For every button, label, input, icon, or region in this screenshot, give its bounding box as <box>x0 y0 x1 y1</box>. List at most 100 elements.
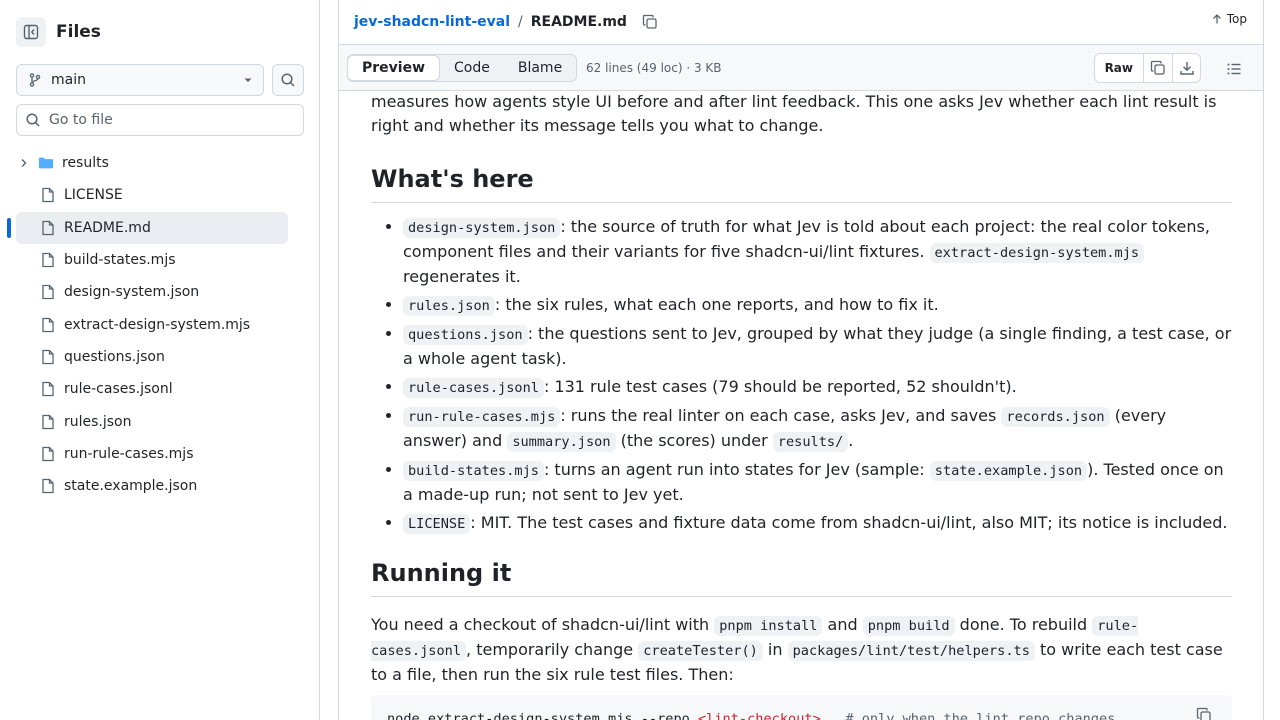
inline-code: extract-design-system.mjs <box>929 243 1145 263</box>
tree-item-readme[interactable]: README.md <box>7 211 288 244</box>
sidebar-title: Files <box>56 22 101 42</box>
code-command: node extract-design-system.mjs --repo <box>387 711 698 720</box>
git-branch-icon <box>29 73 41 87</box>
chevron-right-icon[interactable] <box>16 157 32 169</box>
file-tree-sidebar: Files main results LICENSE README.md bui… <box>0 0 320 720</box>
tree-item-label: build-states.mjs <box>64 252 176 269</box>
tree-item-license[interactable]: LICENSE <box>16 179 288 211</box>
list-item: rule-cases.jsonl: 131 rule test cases (7… <box>403 375 1232 400</box>
folder-icon <box>38 155 54 171</box>
branch-name: main <box>51 72 86 88</box>
inline-code: build-states.mjs <box>403 461 544 481</box>
heading-running-it: Running it <box>371 558 1232 597</box>
file-icon <box>40 317 56 333</box>
list-item: build-states.mjs: turns an agent run int… <box>403 458 1232 507</box>
top-label: Top <box>1226 12 1247 26</box>
inline-code: pnpm build <box>862 616 955 636</box>
list-item: rules.json: the six rules, what each one… <box>403 293 1232 318</box>
para-text: in <box>762 640 788 659</box>
go-to-file-input[interactable] <box>49 112 289 128</box>
download-icon <box>1179 62 1194 75</box>
tree-item-extract-design-system[interactable]: extract-design-system.mjs <box>16 308 288 340</box>
search-icon <box>281 73 295 87</box>
copy-raw-button[interactable] <box>1144 54 1172 82</box>
copy-path-button[interactable] <box>639 11 661 33</box>
inline-code: rules.json <box>403 296 495 316</box>
search-files-button[interactable] <box>272 64 304 96</box>
collapse-sidebar-button[interactable] <box>16 17 46 47</box>
tree-item-rule-cases[interactable]: rule-cases.jsonl <box>16 373 288 405</box>
tree-item-label: state.example.json <box>64 478 198 495</box>
tree-item-label: run-rule-cases.mjs <box>64 445 194 462</box>
inline-code: rule-cases.jsonl <box>403 378 544 398</box>
tree-item-label: questions.json <box>64 348 165 365</box>
tree-item-label: README.md <box>64 219 151 236</box>
copy-icon <box>1196 707 1211 720</box>
breadcrumb-repo-link[interactable]: jev-shadcn-lint-eval <box>354 14 510 30</box>
file-icon <box>40 349 56 365</box>
view-mode-tabs: Preview Code Blame <box>347 54 578 82</box>
list-text: : 131 rule test cases (79 should be repo… <box>543 377 1017 396</box>
tab-blame[interactable]: Blame <box>504 55 576 81</box>
file-icon <box>40 220 56 236</box>
list-text: : the six rules, what each one reports, … <box>494 295 939 314</box>
tree-item-label: rules.json <box>64 413 132 430</box>
search-icon <box>26 113 40 127</box>
file-list: design-system.json: the source of truth … <box>371 215 1232 536</box>
breadcrumb-file-name: README.md <box>530 14 627 30</box>
tree-item-results[interactable]: results <box>16 147 288 179</box>
para-text: You need a checkout of shadcn-ui/lint wi… <box>371 615 715 634</box>
inline-code: createTester() <box>638 641 763 661</box>
code-comment: # only when the lint repo changes <box>845 711 1116 720</box>
inline-code: summary.json <box>507 432 616 452</box>
tab-code[interactable]: Code <box>440 55 504 81</box>
code-block: node extract-design-system.mjs --repo <l… <box>371 695 1232 720</box>
file-toolbar: Preview Code Blame 62 lines (49 loc) · 3… <box>339 44 1263 91</box>
code-argument: <lint-checkout> <box>698 711 821 720</box>
tree-item-state-example[interactable]: state.example.json <box>16 470 288 502</box>
caret-down-icon <box>244 78 252 82</box>
tree-item-rules[interactable]: rules.json <box>16 405 288 437</box>
download-button[interactable] <box>1172 54 1200 82</box>
list-text: : MIT. The test cases and fixture data c… <box>470 513 1228 532</box>
intro-paragraph: measures how agents style UI before and … <box>371 92 1217 135</box>
tree-item-run-rule-cases[interactable]: run-rule-cases.mjs <box>16 438 288 470</box>
tab-preview[interactable]: Preview <box>347 55 441 81</box>
file-icon <box>40 446 56 462</box>
back-to-top-button[interactable]: Top <box>1211 12 1247 26</box>
running-paragraph: You need a checkout of shadcn-ui/lint wi… <box>371 613 1232 687</box>
branch-selector[interactable]: main <box>16 64 264 96</box>
list-item: run-rule-cases.mjs: runs the real linter… <box>403 404 1232 454</box>
inline-code: state.example.json <box>929 461 1088 481</box>
list-item: questions.json: the questions sent to Je… <box>403 322 1232 371</box>
inline-code: design-system.json <box>403 218 561 238</box>
tree-item-build-states[interactable]: build-states.mjs <box>16 244 288 276</box>
file-info: 62 lines (49 loc) · 3 KB <box>586 61 722 75</box>
inline-code: packages/lint/test/helpers.ts <box>787 641 1035 661</box>
sidebar-collapse-icon <box>23 24 39 40</box>
inline-code: records.json <box>1001 407 1110 427</box>
tree-item-design-system[interactable]: design-system.json <box>16 276 288 308</box>
raw-button[interactable]: Raw <box>1095 54 1144 82</box>
inline-code: LICENSE <box>403 514 471 534</box>
breadcrumb: jev-shadcn-lint-eval / README.md <box>354 10 661 34</box>
list-text: (the scores) under <box>615 431 773 450</box>
tree-item-label: design-system.json <box>64 284 200 301</box>
list-text: : runs the real linter on each case, ask… <box>560 406 1002 425</box>
tree-item-label: LICENSE <box>64 187 123 204</box>
arrow-up-icon <box>1212 14 1221 24</box>
breadcrumb-separator: / <box>518 14 523 30</box>
copy-code-button[interactable] <box>1196 707 1218 720</box>
list-text: : turns an agent run into states for Jev… <box>543 460 930 479</box>
tree-item-label: rule-cases.jsonl <box>64 381 173 398</box>
list-unordered-icon <box>1227 63 1241 75</box>
file-icon <box>40 284 56 300</box>
list-text: . <box>848 431 854 450</box>
file-icon <box>40 252 56 268</box>
outline-button[interactable] <box>1223 58 1245 80</box>
go-to-file-field[interactable] <box>16 104 304 136</box>
copy-icon <box>1150 60 1165 75</box>
tree-item-questions[interactable]: questions.json <box>16 341 288 373</box>
file-viewer: jev-shadcn-lint-eval / README.md Top Pre… <box>338 0 1264 720</box>
inline-code: run-rule-cases.mjs <box>403 407 561 427</box>
